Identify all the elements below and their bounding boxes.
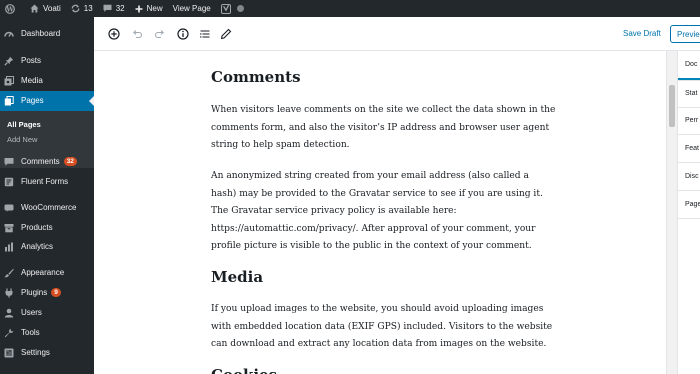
- comments-badge: 32: [63, 157, 77, 167]
- paragraph-comments-data[interactable]: When visitors leave comments on the site…: [211, 102, 556, 155]
- sidebar-item-label: Comments 32: [21, 157, 77, 167]
- updates-count: 13: [83, 4, 93, 13]
- bar-chart-icon: [4, 242, 14, 252]
- sidebar-item-label: Products: [21, 223, 53, 232]
- wordpress-logo-icon: W: [5, 3, 15, 14]
- block-navigation-icon[interactable]: [199, 28, 211, 40]
- sidebar-item-analytics[interactable]: Analytics: [0, 237, 94, 257]
- save-draft-button[interactable]: Save Draft: [623, 29, 661, 38]
- add-block-icon[interactable]: [108, 28, 120, 40]
- sidebar-item-label: Pages: [21, 96, 44, 105]
- tab-document[interactable]: Doc: [678, 51, 700, 81]
- media-icon: [4, 76, 14, 86]
- fluent-forms-icon: [4, 177, 14, 187]
- site-name-menu[interactable]: Voati: [25, 0, 66, 17]
- redo-icon[interactable]: [154, 28, 166, 40]
- sidebar-item-label: Fluent Forms: [21, 177, 69, 186]
- updates-menu[interactable]: 13: [66, 0, 98, 17]
- home-icon: [30, 4, 39, 13]
- editor-toolbar: Save Draft Previe: [94, 17, 700, 51]
- view-page-link[interactable]: View Page: [168, 0, 216, 17]
- comments-count: 32: [115, 4, 125, 13]
- seo-status-dot: [236, 5, 244, 12]
- pushpin-icon: [4, 56, 14, 66]
- sidebar-item-tools[interactable]: Tools: [0, 323, 94, 343]
- woocommerce-icon: [4, 203, 14, 213]
- sidebar-item-label: WooCommerce: [21, 203, 77, 212]
- heading-comments[interactable]: Comments: [211, 67, 301, 87]
- panel-featured-image[interactable]: Feat: [678, 136, 700, 163]
- editor-scrollbar[interactable]: [666, 51, 677, 374]
- yoast-seo-menu[interactable]: [216, 0, 249, 17]
- settings-sidebar: Doc Stat Perr Feat Disc Page: [677, 51, 700, 374]
- sidebar-item-label: Appearance: [21, 268, 65, 277]
- admin-sidebar: Dashboard Posts Media Pages All Pages Ad…: [0, 17, 94, 374]
- new-content-menu[interactable]: New: [130, 0, 168, 17]
- sidebar-item-label: Media: [21, 76, 43, 85]
- undo-icon[interactable]: [131, 28, 143, 40]
- paintbrush-icon: [4, 268, 14, 278]
- sidebar-item-posts[interactable]: Posts: [0, 51, 94, 71]
- heading-media[interactable]: Media: [211, 267, 263, 287]
- scrollbar-thumb[interactable]: [669, 85, 675, 127]
- comment-bubble-icon: [4, 157, 14, 167]
- plugins-badge: 9: [51, 288, 61, 298]
- svg-text:W: W: [5, 5, 14, 13]
- paragraph-gravatar[interactable]: An anonymized string created from your e…: [211, 168, 556, 256]
- sidebar-item-products[interactable]: Products: [0, 218, 94, 238]
- sidebar-item-label: Analytics: [21, 242, 54, 251]
- sidebar-item-label: Tools: [21, 328, 40, 337]
- editor-content: Comments When visitors leave comments on…: [94, 51, 666, 374]
- archive-box-icon: [4, 223, 14, 233]
- sidebar-item-appearance[interactable]: Appearance: [0, 263, 94, 283]
- comment-bubble-icon: [103, 4, 112, 12]
- sidebar-item-fluent-forms[interactable]: Fluent Forms: [0, 172, 94, 192]
- updates-icon: [71, 4, 80, 13]
- sidebar-item-comments[interactable]: Comments 32: [0, 152, 94, 172]
- view-page-label: View Page: [172, 4, 211, 13]
- sidebar-item-media[interactable]: Media: [0, 71, 94, 91]
- comments-menu[interactable]: 32: [98, 0, 130, 17]
- pages-icon: [4, 96, 14, 106]
- plug-icon: [4, 288, 14, 298]
- sidebar-item-label: Posts: [21, 56, 42, 65]
- preview-button[interactable]: Previe: [670, 25, 700, 43]
- comments-menu-label: Comments: [21, 157, 60, 166]
- paragraph-media[interactable]: If you upload images to the website, you…: [211, 301, 556, 354]
- panel-discussion[interactable]: Disc: [678, 164, 700, 191]
- settings-sliders-icon: [4, 348, 14, 358]
- sidebar-item-label: Users: [21, 308, 42, 317]
- site-name: Voati: [43, 4, 61, 13]
- edit-pencil-icon[interactable]: [220, 28, 232, 40]
- wordpress-logo-menu[interactable]: W: [0, 0, 25, 17]
- sidebar-item-woocommerce[interactable]: WooCommerce: [0, 198, 94, 218]
- wrench-icon: [4, 328, 14, 338]
- yoast-seo-icon: [220, 3, 231, 14]
- sidebar-item-pages[interactable]: Pages: [0, 91, 94, 111]
- panel-permalink[interactable]: Perr: [678, 108, 700, 135]
- panel-page-attributes[interactable]: Page: [678, 192, 700, 219]
- sidebar-item-settings[interactable]: Settings: [0, 343, 94, 363]
- panel-status-visibility[interactable]: Stat: [678, 81, 700, 108]
- sidebar-item-users[interactable]: Users: [0, 303, 94, 323]
- user-icon: [4, 308, 14, 318]
- dashboard-icon: [4, 29, 14, 39]
- sidebar-item-label: Dashboard: [21, 29, 61, 38]
- admin-bar: W Voati 13 32 New View Page: [0, 0, 700, 17]
- plus-icon: [135, 5, 143, 12]
- new-label: New: [146, 4, 163, 13]
- info-icon[interactable]: [177, 28, 189, 40]
- sidebar-item-label: Settings: [21, 348, 50, 357]
- sidebar-item-dashboard[interactable]: Dashboard: [0, 24, 94, 44]
- sidebar-item-label: Plugins 9: [21, 288, 61, 298]
- heading-cookies[interactable]: Cookies: [211, 365, 277, 374]
- plugins-menu-label: Plugins: [21, 288, 48, 297]
- submenu-all-pages[interactable]: All Pages: [7, 120, 41, 130]
- sidebar-item-plugins[interactable]: Plugins 9: [0, 283, 94, 303]
- submenu-add-new[interactable]: Add New: [7, 135, 37, 145]
